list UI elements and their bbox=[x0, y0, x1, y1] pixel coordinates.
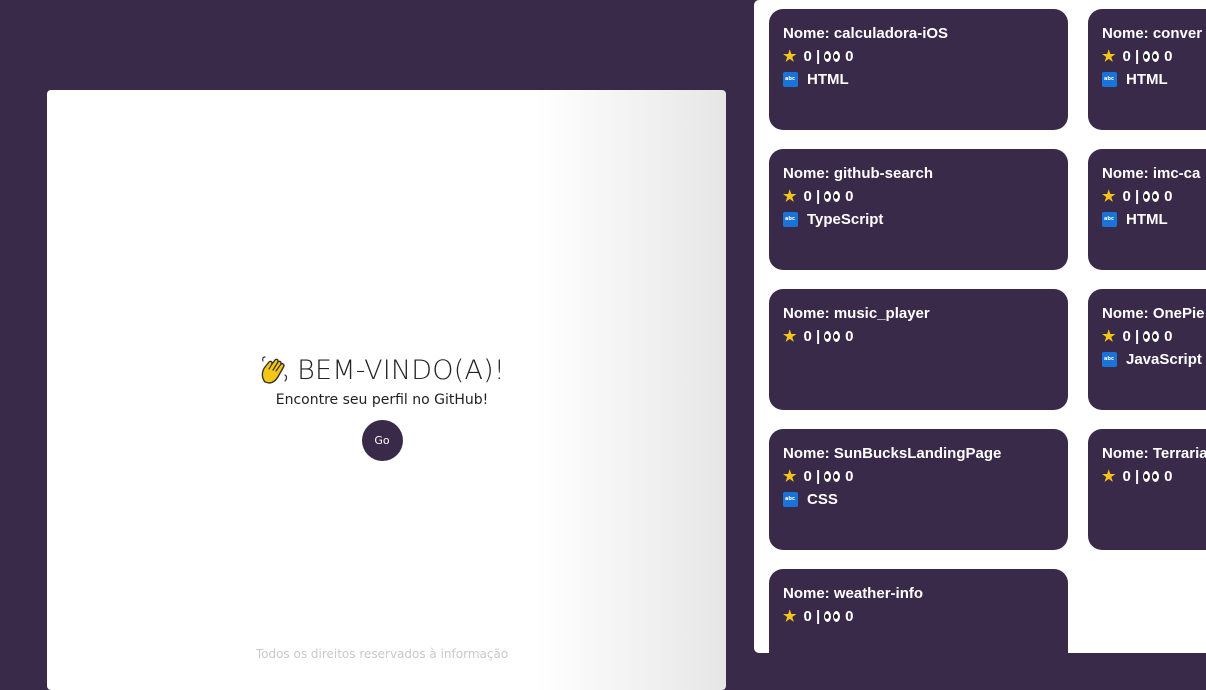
repo-stars: 0 bbox=[803, 48, 812, 65]
repo-language-label: JavaScript bbox=[1126, 351, 1202, 368]
go-button[interactable]: Go bbox=[361, 420, 403, 461]
repo-stars: 0 bbox=[803, 188, 812, 205]
repo-stars: 0 bbox=[803, 328, 812, 345]
repo-watchers: 0 bbox=[845, 188, 854, 205]
abc-icon bbox=[1102, 352, 1117, 367]
repo-stats: ★ 0 | 0 bbox=[783, 187, 1054, 206]
star-icon: ★ bbox=[1102, 48, 1116, 65]
repo-name: Nome: imc-ca bbox=[1102, 165, 1201, 182]
repo-watchers: 0 bbox=[1164, 48, 1173, 65]
repo-name: Nome: Terraria bbox=[1102, 445, 1206, 462]
repo-name: Nome: SunBucksLandingPage bbox=[783, 445, 1002, 462]
stats-separator: | bbox=[1130, 188, 1140, 205]
abc-icon bbox=[783, 72, 798, 87]
repo-watchers: 0 bbox=[845, 468, 854, 485]
repo-watchers: 0 bbox=[845, 328, 854, 345]
repo-stars: 0 bbox=[803, 468, 812, 485]
star-icon: ★ bbox=[783, 468, 797, 485]
repo-card[interactable]: Nome: Terraria ★ 0 | 0 bbox=[1088, 429, 1206, 550]
repo-card[interactable]: Nome: weather-info ★ 0 | 0 bbox=[769, 569, 1068, 653]
abc-icon bbox=[783, 492, 798, 507]
stats-separator: | bbox=[811, 48, 821, 65]
abc-icon bbox=[1102, 72, 1117, 87]
repo-stars: 0 bbox=[1122, 328, 1131, 345]
repo-language-label: HTML bbox=[1126, 211, 1168, 228]
eyes-icon bbox=[1143, 50, 1160, 63]
repo-language: TypeScript bbox=[783, 210, 1054, 229]
waving-hand-icon bbox=[259, 355, 289, 385]
repo-name: Nome: OnePie bbox=[1102, 305, 1205, 322]
repo-stats: ★ 0 | 0 bbox=[783, 47, 1054, 66]
stats-separator: | bbox=[1130, 48, 1140, 65]
eyes-icon bbox=[824, 610, 841, 623]
welcome-heading: BEM-VINDO(A)! bbox=[259, 353, 505, 387]
repo-language: HTML bbox=[783, 70, 1054, 89]
eyes-icon bbox=[824, 190, 841, 203]
star-icon: ★ bbox=[783, 608, 797, 625]
welcome-content: BEM-VINDO(A)! Encontre seu perfil no Git… bbox=[47, 353, 717, 461]
repo-watchers: 0 bbox=[1164, 328, 1173, 345]
repo-name: Nome: conver bbox=[1102, 25, 1203, 42]
stats-separator: | bbox=[811, 468, 821, 485]
eyes-icon bbox=[824, 470, 841, 483]
repo-card[interactable]: Nome: calculadora-iOS ★ 0 | 0 HTML bbox=[769, 9, 1068, 130]
star-icon: ★ bbox=[1102, 188, 1116, 205]
repo-card[interactable]: Nome: SunBucksLandingPage ★ 0 | 0 CSS bbox=[769, 429, 1068, 550]
repo-watchers: 0 bbox=[845, 608, 854, 625]
welcome-title: BEM-VINDO(A)! bbox=[297, 354, 505, 386]
eyes-icon bbox=[824, 50, 841, 63]
eyes-icon bbox=[1143, 470, 1160, 483]
stats-separator: | bbox=[811, 188, 821, 205]
repo-card[interactable]: Nome: OnePie ★ 0 | 0 JavaScript bbox=[1088, 289, 1206, 410]
repo-language: CSS bbox=[783, 490, 1054, 509]
repo-stars: 0 bbox=[1122, 48, 1131, 65]
repo-stars: 0 bbox=[1122, 188, 1131, 205]
eyes-icon bbox=[1143, 330, 1160, 343]
repo-stats: ★ 0 | 0 bbox=[1102, 327, 1206, 346]
repo-watchers: 0 bbox=[845, 48, 854, 65]
repo-watchers: 0 bbox=[1164, 468, 1173, 485]
repo-stats: ★ 0 | 0 bbox=[1102, 47, 1206, 66]
repo-stars: 0 bbox=[1122, 468, 1131, 485]
repo-stats: ★ 0 | 0 bbox=[783, 327, 1054, 346]
repo-card[interactable]: Nome: conver ★ 0 | 0 HTML bbox=[1088, 9, 1206, 130]
stats-separator: | bbox=[811, 328, 821, 345]
repo-language: HTML bbox=[1102, 210, 1206, 229]
repos-panel[interactable]: Nome: calculadora-iOS ★ 0 | 0 HTML Nome:… bbox=[754, 0, 1206, 653]
repo-language-label: TypeScript bbox=[807, 211, 884, 228]
repo-name: Nome: github-search bbox=[783, 165, 934, 182]
repo-name: Nome: music_player bbox=[783, 305, 930, 322]
repo-name: Nome: calculadora-iOS bbox=[783, 25, 949, 42]
star-icon: ★ bbox=[1102, 468, 1116, 485]
stats-separator: | bbox=[1130, 468, 1140, 485]
repo-stats: ★ 0 | 0 bbox=[783, 607, 1054, 626]
repo-watchers: 0 bbox=[1164, 188, 1173, 205]
eyes-icon bbox=[824, 330, 841, 343]
star-icon: ★ bbox=[1102, 328, 1116, 345]
repo-name: Nome: weather-info bbox=[783, 585, 924, 602]
repo-stats: ★ 0 | 0 bbox=[1102, 187, 1206, 206]
repo-language: HTML bbox=[1102, 70, 1206, 89]
repo-stats: ★ 0 | 0 bbox=[1102, 467, 1206, 486]
repo-stats: ★ 0 | 0 bbox=[783, 467, 1054, 486]
star-icon: ★ bbox=[783, 188, 797, 205]
abc-icon bbox=[1102, 212, 1117, 227]
footer-text: Todos os direitos reservados à informaçã… bbox=[255, 647, 509, 661]
eyes-icon bbox=[1143, 190, 1160, 203]
repo-card[interactable]: Nome: imc-ca ★ 0 | 0 HTML bbox=[1088, 149, 1206, 270]
repo-language: JavaScript bbox=[1102, 350, 1206, 369]
star-icon: ★ bbox=[783, 48, 797, 65]
stats-separator: | bbox=[1130, 328, 1140, 345]
repo-language-label: CSS bbox=[807, 491, 838, 508]
repo-language-label: HTML bbox=[1126, 71, 1168, 88]
repo-card[interactable]: Nome: music_player ★ 0 | 0 bbox=[769, 289, 1068, 410]
welcome-card: BEM-VINDO(A)! Encontre seu perfil no Git… bbox=[47, 90, 726, 690]
star-icon: ★ bbox=[783, 328, 797, 345]
repo-language-label: HTML bbox=[807, 71, 849, 88]
abc-icon bbox=[783, 212, 798, 227]
repo-card[interactable]: Nome: github-search ★ 0 | 0 TypeScript bbox=[769, 149, 1068, 270]
welcome-subtitle: Encontre seu perfil no GitHub! bbox=[275, 392, 489, 408]
stats-separator: | bbox=[811, 608, 821, 625]
repo-stars: 0 bbox=[803, 608, 812, 625]
